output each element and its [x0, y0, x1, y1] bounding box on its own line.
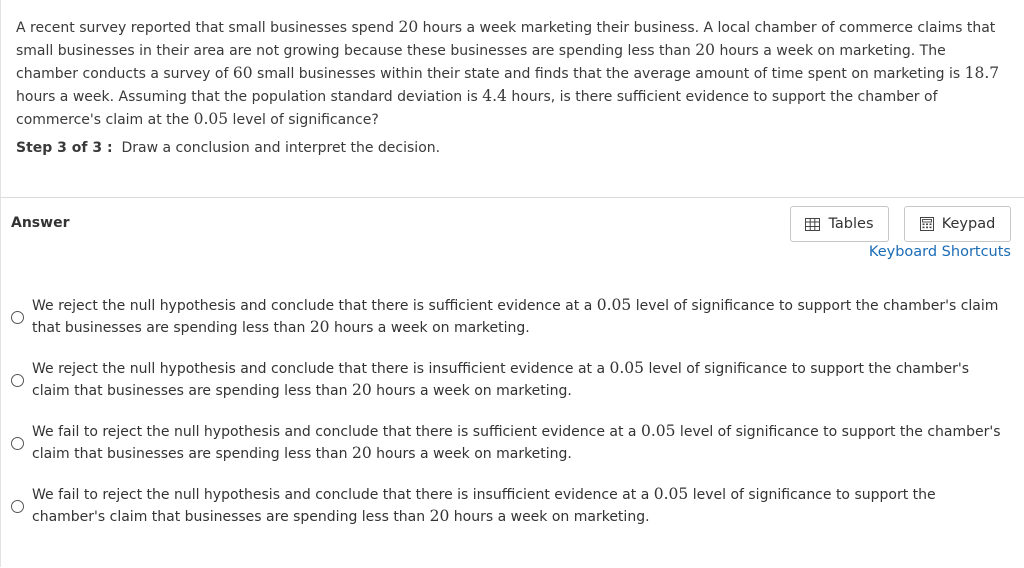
question-text: A recent survey reported that small busi…: [16, 16, 1006, 131]
table-grid-icon: [805, 217, 821, 231]
option-text-part: hours a week on marketing.: [449, 509, 650, 525]
option-text-part: hours a week on marketing.: [371, 383, 572, 399]
option-number: 0.05: [640, 422, 676, 440]
question-text-part: hours a week. Assuming that the populati…: [16, 89, 483, 105]
question-text-part: level of significance?: [228, 112, 379, 128]
answer-heading: Answer: [11, 215, 70, 231]
step-label: Step 3 of 3 :: [16, 140, 113, 156]
option-number: 20: [429, 507, 450, 525]
question-number: 20: [398, 18, 419, 36]
option-number: 0.05: [653, 485, 689, 503]
answer-option-2[interactable]: We reject the null hypothesis and conclu…: [0, 356, 1024, 404]
option-text-part: We fail to reject the null hypothesis an…: [32, 487, 654, 503]
option-number: 20: [309, 318, 330, 336]
keypad-button[interactable]: Keypad: [904, 206, 1011, 242]
step-instruction: Step 3 of 3 : Draw a conclusion and inte…: [16, 138, 440, 158]
option-text: We fail to reject the null hypothesis an…: [32, 484, 1007, 528]
radio-button[interactable]: [11, 311, 24, 324]
question-number: 0.05: [193, 110, 229, 128]
question-number: 20: [695, 41, 715, 59]
question-text-part: A recent survey reported that small busi…: [16, 20, 399, 36]
option-text-part: We reject the null hypothesis and conclu…: [32, 298, 597, 314]
radio-button[interactable]: [11, 374, 24, 387]
option-text: We reject the null hypothesis and conclu…: [32, 358, 1007, 402]
option-number: 20: [351, 444, 372, 462]
keypad-button-label: Keypad: [941, 216, 996, 232]
step-text: Draw a conclusion and interpret the deci…: [121, 140, 441, 156]
option-text-part: hours a week on marketing.: [371, 446, 572, 462]
option-text: We reject the null hypothesis and conclu…: [32, 295, 1007, 339]
question-number: 18.7: [964, 64, 1000, 82]
option-number: 0.05: [596, 296, 632, 314]
answer-option-3[interactable]: We fail to reject the null hypothesis an…: [0, 419, 1024, 467]
keypad-icon: [919, 217, 934, 231]
option-number: 0.05: [609, 359, 645, 377]
answer-option-4[interactable]: We fail to reject the null hypothesis an…: [0, 482, 1024, 530]
option-number: 20: [351, 381, 372, 399]
tables-button[interactable]: Tables: [790, 206, 889, 242]
section-divider: [0, 197, 1024, 198]
option-text-part: hours a week on marketing.: [329, 320, 530, 336]
tables-button-label: Tables: [828, 216, 874, 232]
option-text-part: We reject the null hypothesis and conclu…: [32, 361, 610, 377]
question-number: 4.4: [482, 87, 507, 105]
option-text-part: We fail to reject the null hypothesis an…: [32, 424, 641, 440]
answer-option-1[interactable]: We reject the null hypothesis and conclu…: [0, 293, 1024, 341]
option-text: We fail to reject the null hypothesis an…: [32, 421, 1007, 465]
keyboard-shortcuts-link[interactable]: Keyboard Shortcuts: [869, 244, 1011, 260]
question-number: 60: [232, 64, 253, 82]
radio-button[interactable]: [11, 500, 24, 513]
radio-button[interactable]: [11, 437, 24, 450]
question-text-part: small businesses within their state and …: [252, 66, 965, 82]
